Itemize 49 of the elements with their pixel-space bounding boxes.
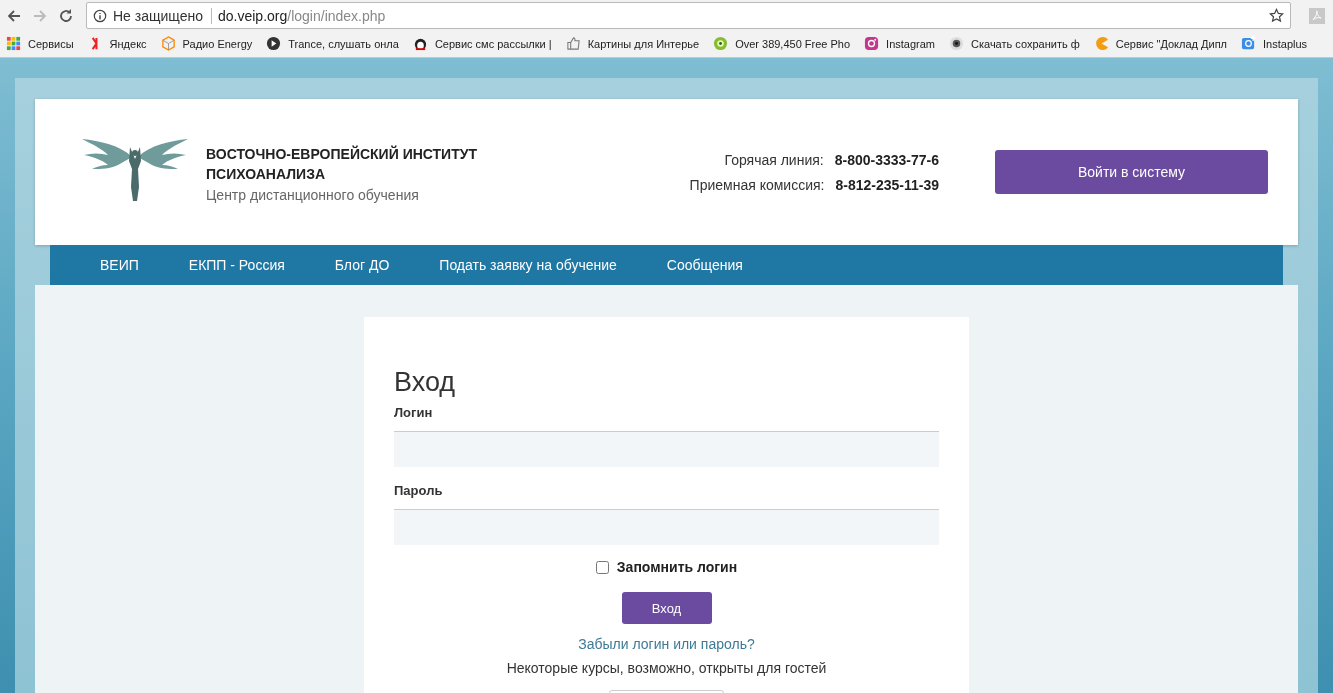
contact-label: Горячая линия: [724, 151, 824, 168]
star-icon[interactable] [1269, 8, 1284, 23]
institute-title: ВОСТОЧНО-ЕВРОПЕЙСКИЙ ИНСТИТУТ [206, 144, 477, 164]
photo-plus-icon [1241, 36, 1257, 51]
nav-link[interactable]: ЕКПП - Россия [188, 257, 285, 273]
contact-label: Приемная комиссия: [689, 176, 825, 193]
bookmark[interactable]: Over 389,450 Free Pho [713, 36, 851, 51]
camera-icon [864, 36, 880, 51]
guest-note: Некоторые курсы, возможно, открыты для гостей [506, 660, 827, 676]
bookmark[interactable]: Instagram [864, 36, 935, 51]
bookmark[interactable]: Instaplus [1241, 36, 1308, 51]
play-icon [266, 36, 282, 51]
info-icon [93, 8, 107, 23]
nav-link[interactable]: Подать заявку на обучение [439, 257, 617, 273]
bookmark[interactable]: Картины для Интерье [565, 36, 700, 51]
nav-link[interactable]: Сообщения [666, 257, 743, 273]
back-icon[interactable] [6, 7, 22, 24]
reload-icon[interactable] [58, 7, 74, 24]
remember-checkbox[interactable] [595, 560, 609, 574]
password-field[interactable] [394, 509, 939, 545]
username-label: Логин [394, 405, 434, 420]
apps-grid-icon [6, 36, 21, 51]
phone-number: 8-800-3333-77-6 [834, 151, 939, 168]
bookmark[interactable]: Радио Energy [160, 36, 253, 51]
eye-icon [949, 36, 964, 51]
remember-label: Запомнить логин [616, 559, 738, 575]
institute-subtitle: Центр дистанционного обучения [206, 186, 420, 205]
thumbs-up-icon [565, 36, 581, 51]
phone-number: 8-812-235-11-39 [835, 176, 939, 193]
address-bar[interactable]: Не защищено do.veip.org/login/index.php [86, 2, 1291, 29]
bookmark[interactable]: Яндекс [87, 36, 147, 51]
pacman-icon [1093, 36, 1109, 51]
cube-icon [160, 36, 176, 51]
forgot-link[interactable]: Забыли логин или пароль? [578, 636, 755, 652]
bookmark[interactable]: Сервис "Доклад Дипл [1093, 36, 1228, 51]
nav-link[interactable]: Блог ДО [334, 257, 390, 273]
bookmark[interactable]: Сервисы [6, 36, 74, 51]
login-heading: Вход [394, 367, 457, 398]
nav-link[interactable]: ВЕИП [100, 257, 139, 273]
bookmark[interactable]: Сервис смс рассылки | [412, 36, 552, 51]
username-field[interactable] [394, 431, 939, 467]
bookmark[interactable]: Скачать сохранить ф [949, 36, 1080, 51]
password-label: Пароль [394, 483, 444, 498]
url-text: do.veip.org/login/index.php [218, 7, 387, 24]
login-button[interactable]: Войти в систему [995, 150, 1268, 194]
submit-button[interactable]: Вход [621, 592, 712, 624]
bookmark[interactable]: Trance, слушать онла [266, 36, 399, 51]
security-label: Не защищено [113, 7, 212, 24]
institute-title: ПСИХОАНАЛИЗА [206, 165, 327, 184]
